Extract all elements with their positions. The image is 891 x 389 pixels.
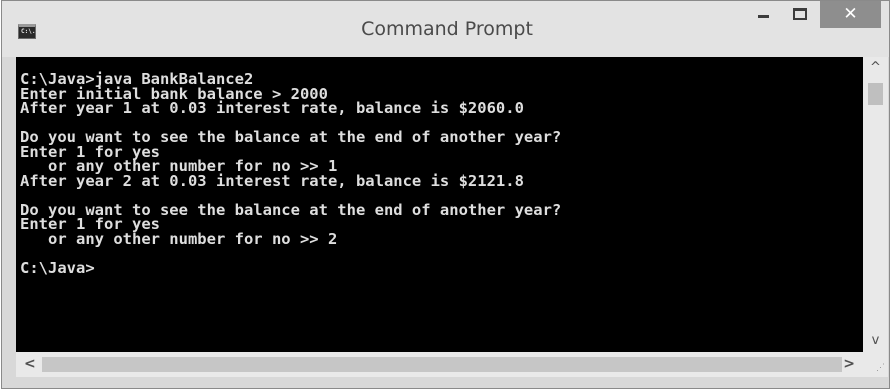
maximize-icon <box>793 8 807 20</box>
command-prompt-window: C:\. Command Prompt ✕ C:\Java>java BankB… <box>1 0 890 389</box>
scroll-up-icon[interactable]: ^ <box>863 60 888 75</box>
title-bar[interactable]: C:\. Command Prompt ✕ <box>2 1 889 57</box>
console-line: C:\Java> <box>20 258 95 277</box>
console-output[interactable]: C:\Java>java BankBalance2 Enter initial … <box>16 57 863 352</box>
console-line: After year 1 at 0.03 interest rate, bala… <box>20 99 524 117</box>
close-icon: ✕ <box>843 4 858 24</box>
scroll-down-icon[interactable]: v <box>863 333 888 348</box>
resize-grip-icon[interactable]: ⋰ <box>863 352 888 377</box>
minimize-icon <box>758 15 769 18</box>
scroll-right-icon[interactable]: > <box>843 356 855 372</box>
horizontal-scrollbar[interactable]: < > <box>16 352 863 377</box>
console-line: or any other number for no >> 2 <box>20 229 338 248</box>
maximize-button[interactable] <box>783 1 817 28</box>
horizontal-scroll-thumb[interactable] <box>42 357 842 372</box>
vertical-scrollbar[interactable]: ^ v <box>863 57 888 352</box>
close-button[interactable]: ✕ <box>820 1 881 28</box>
console-text: C:\Java>java BankBalance2 Enter initial … <box>16 57 863 275</box>
minimize-button[interactable] <box>746 1 780 28</box>
console-line: After year 2 at 0.03 interest rate, bala… <box>20 171 524 190</box>
scroll-left-icon[interactable]: < <box>24 356 36 372</box>
vertical-scroll-thumb[interactable] <box>868 83 883 105</box>
